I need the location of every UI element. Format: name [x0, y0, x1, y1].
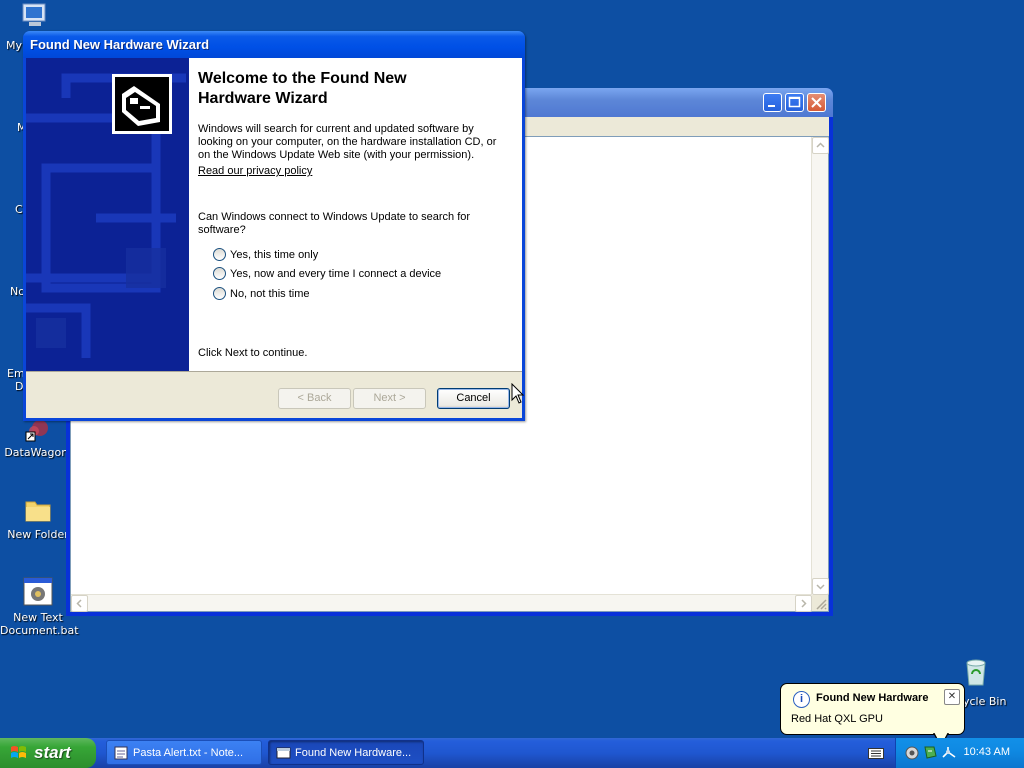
maximize-icon [788, 96, 801, 108]
notepad-icon [114, 746, 128, 760]
radio-label: Yes, this time only [230, 249, 319, 261]
balloon-close-button[interactable]: ✕ [944, 689, 960, 705]
desktop-icon-label-clipped: My [6, 39, 23, 52]
scroll-down-button[interactable] [812, 578, 829, 595]
radio-no-not-this-time[interactable]: No, not this time [213, 287, 309, 300]
wizard-body: Welcome to the Found New Hardware Wizard… [26, 58, 522, 418]
desktop-icon-label: ycle Bin [963, 695, 1007, 708]
chevron-up-icon [816, 142, 825, 148]
radio-label: Yes, now and every time I connect a devi… [230, 268, 442, 280]
computer-icon [21, 3, 49, 29]
notification-balloon[interactable]: i Found New Hardware Red Hat QXL GPU ✕ [780, 683, 965, 747]
keyboard-icon[interactable] [868, 748, 884, 759]
desktop-icon-label: New Folder [7, 528, 69, 541]
radio-button[interactable] [213, 248, 226, 261]
privacy-link-row: Read our privacy policy [198, 165, 312, 178]
windows-logo-icon [11, 746, 26, 758]
wizard-question: Can Windows connect to Windows Update to… [198, 211, 471, 236]
scroll-left-button[interactable] [71, 595, 88, 612]
chevron-down-icon [816, 584, 825, 590]
window-title: Found New Hardware Wizard [30, 37, 210, 52]
wizard-intro-text: Windows will search for current and upda… [198, 123, 497, 161]
minimize-icon [768, 105, 775, 107]
radio-button[interactable] [213, 267, 226, 280]
next-button[interactable]: Next > [353, 388, 426, 409]
maximize-button[interactable] [785, 93, 804, 112]
desktop-icon-label: DataWagon. [4, 446, 72, 459]
chevron-right-icon [801, 599, 807, 608]
minimize-button[interactable] [763, 93, 782, 112]
radio-label: No, not this time [230, 288, 310, 300]
desktop-icon-bat-file[interactable]: New Text Document.bat [0, 577, 79, 637]
privacy-policy-link[interactable]: Read our privacy policy [198, 165, 312, 177]
mouse-cursor-icon [511, 383, 525, 404]
horizontal-scrollbar[interactable] [71, 594, 812, 612]
balloon-message: Red Hat QXL GPU [791, 713, 883, 725]
found-new-hardware-wizard[interactable]: Found New Hardware Wizard Welcome to the… [23, 31, 525, 421]
resize-grip[interactable] [812, 595, 828, 611]
wizard-banner-graphic [26, 58, 189, 371]
system-clock[interactable]: 10:43 AM [964, 746, 1010, 758]
radio-button[interactable] [213, 287, 226, 300]
batch-file-icon [22, 577, 54, 607]
back-button[interactable]: < Back [278, 388, 351, 409]
desktop-icon-my-computer[interactable] [1, 3, 46, 29]
resize-grip-icon [816, 599, 827, 610]
wizard-separator [26, 371, 522, 372]
safely-remove-hardware-icon[interactable] [922, 744, 938, 761]
close-button[interactable] [807, 93, 826, 112]
info-icon: i [793, 691, 810, 708]
wizard-content: Welcome to the Found New Hardware Wizard… [189, 58, 522, 371]
radio-yes-every-time[interactable]: Yes, now and every time I connect a devi… [213, 267, 441, 280]
taskbar-item-label: Found New Hardware... [295, 747, 412, 759]
scroll-right-button[interactable] [795, 595, 812, 612]
taskbar: start Pasta Alert.txt - Note... Found Ne… [0, 738, 1024, 768]
desktop-icon-label: New Text Document.bat [0, 611, 79, 637]
recycle-bin-icon [962, 658, 994, 686]
taskbar-item-notepad[interactable]: Pasta Alert.txt - Note... [106, 740, 262, 765]
wizard-heading: Welcome to the Found New Hardware Wizard [198, 70, 407, 107]
datawagon-icon [22, 418, 54, 442]
taskbar-item-label: Pasta Alert.txt - Note... [133, 747, 244, 759]
desktop-icon-datawagon[interactable]: DataWagon. [0, 418, 76, 459]
scroll-up-button[interactable] [812, 137, 829, 154]
volume-icon[interactable] [904, 745, 920, 761]
close-icon [811, 97, 822, 108]
wizard-window-icon [276, 747, 291, 759]
desktop-icon-new-folder[interactable]: New Folder [0, 496, 76, 541]
chevron-left-icon [76, 599, 82, 608]
start-button[interactable]: start [0, 738, 96, 768]
cancel-button[interactable]: Cancel [437, 388, 510, 409]
balloon-title: Found New Hardware [816, 692, 929, 704]
folder-icon [22, 496, 54, 524]
radio-yes-this-time[interactable]: Yes, this time only [213, 248, 318, 261]
wizard-title-bar[interactable]: Found New Hardware Wizard [23, 31, 525, 58]
wizard-side-banner [26, 58, 189, 371]
network-icon[interactable] [941, 745, 957, 761]
system-tray: 10:43 AM [895, 738, 1024, 768]
wizard-footer-text: Click Next to continue. [198, 347, 308, 359]
desktop-icon-label-clipped: C [15, 203, 23, 216]
vertical-scrollbar[interactable] [811, 137, 829, 595]
taskbar-item-wizard[interactable]: Found New Hardware... [268, 740, 424, 765]
start-label: start [34, 743, 71, 762]
